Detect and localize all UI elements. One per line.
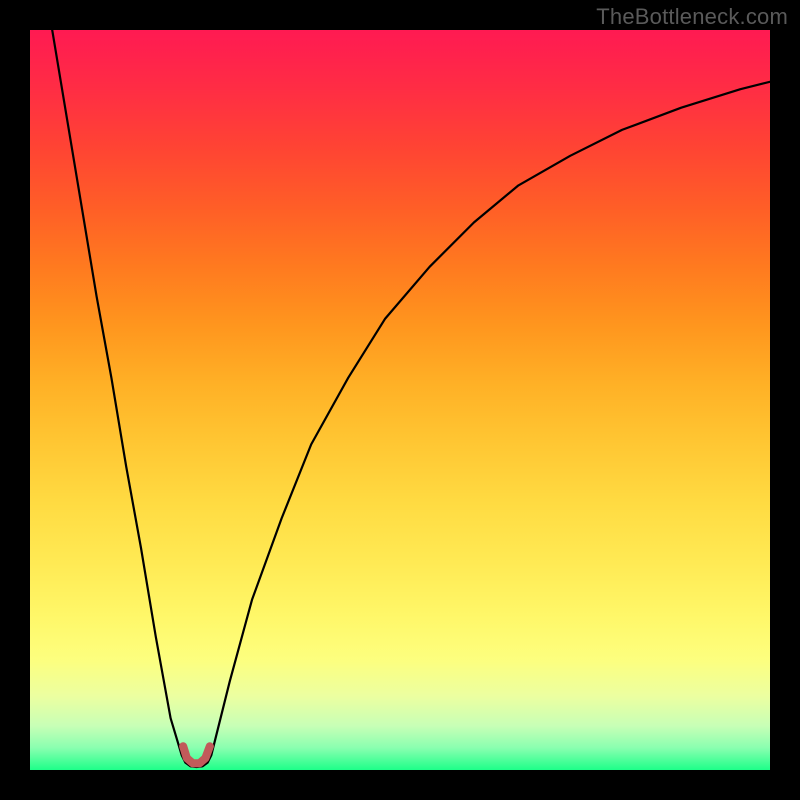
- valley-marker: [183, 746, 210, 763]
- chart-frame: TheBottleneck.com: [0, 0, 800, 800]
- curve-layer: [30, 30, 770, 770]
- bottleneck-curve: [52, 30, 770, 767]
- watermark-text: TheBottleneck.com: [596, 4, 788, 30]
- plot-area: [30, 30, 770, 770]
